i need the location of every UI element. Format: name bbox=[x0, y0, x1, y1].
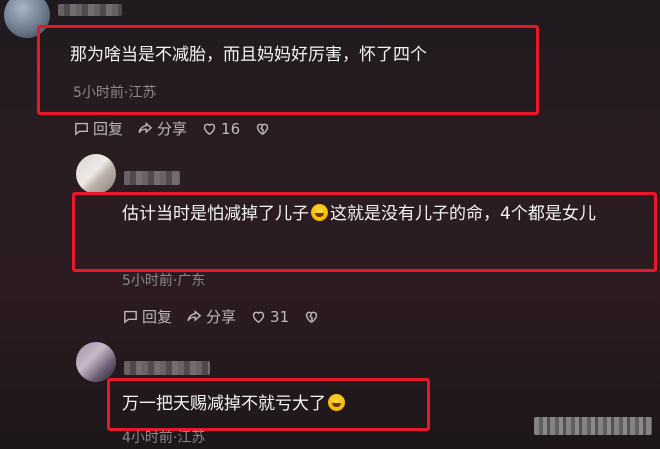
comment-icon bbox=[75, 122, 88, 136]
laughing-emoji-icon bbox=[311, 204, 328, 221]
comment-text: 估计当时是怕减掉了儿子 这就是没有儿子的命，4个都是女儿 bbox=[122, 201, 647, 228]
comment-meta: 4小时前·江苏 bbox=[122, 430, 206, 446]
username-blurred[interactable] bbox=[124, 171, 180, 185]
sweat-smile-emoji-icon bbox=[328, 394, 345, 411]
watermark-blurred bbox=[534, 417, 652, 435]
comment-actions: 回复 分享 16 bbox=[73, 118, 288, 139]
share-label: 分享 bbox=[157, 120, 188, 138]
share-button[interactable]: 分享 bbox=[186, 306, 236, 327]
comment-text: 万一把天赐减掉不就亏大了 bbox=[122, 391, 347, 418]
broken-heart-icon bbox=[305, 311, 318, 324]
reply-label: 回复 bbox=[142, 308, 173, 326]
share-button[interactable]: 分享 bbox=[137, 118, 187, 139]
comment-meta: 5小时前·江苏 bbox=[73, 85, 157, 101]
username-blurred[interactable] bbox=[124, 361, 210, 375]
heart-icon bbox=[252, 311, 265, 324]
share-label: 分享 bbox=[206, 308, 237, 326]
dislike-button[interactable] bbox=[303, 308, 323, 325]
comment-meta: 5小时前·广东 bbox=[122, 273, 206, 289]
reply-label: 回复 bbox=[93, 120, 124, 138]
share-icon bbox=[187, 310, 202, 322]
avatar[interactable] bbox=[76, 342, 116, 382]
like-count: 16 bbox=[221, 119, 241, 138]
comment-actions: 回复 分享 31 bbox=[122, 306, 337, 327]
comment-text-part: 估计当时是怕减掉了儿子 bbox=[122, 204, 309, 224]
avatar[interactable] bbox=[76, 154, 116, 194]
like-count: 31 bbox=[270, 307, 290, 326]
share-icon bbox=[138, 122, 153, 134]
reply-button[interactable]: 回复 bbox=[73, 118, 123, 139]
broken-heart-icon bbox=[256, 123, 269, 136]
comment-icon bbox=[124, 310, 137, 324]
username-blurred[interactable] bbox=[58, 4, 122, 16]
reply-button[interactable]: 回复 bbox=[122, 306, 172, 327]
like-button[interactable]: 16 bbox=[201, 120, 240, 138]
dislike-button[interactable] bbox=[254, 120, 274, 137]
comment-text: 那为啥当是不减胎，而且妈妈好厉害，怀了四个 bbox=[70, 45, 427, 65]
comment-text-part: 这就是没有儿子的命，4个都是女儿 bbox=[330, 204, 596, 224]
heart-icon bbox=[203, 123, 216, 136]
like-button[interactable]: 31 bbox=[250, 308, 289, 326]
comment-text-part: 万一把天赐减掉不就亏大了 bbox=[122, 394, 326, 414]
